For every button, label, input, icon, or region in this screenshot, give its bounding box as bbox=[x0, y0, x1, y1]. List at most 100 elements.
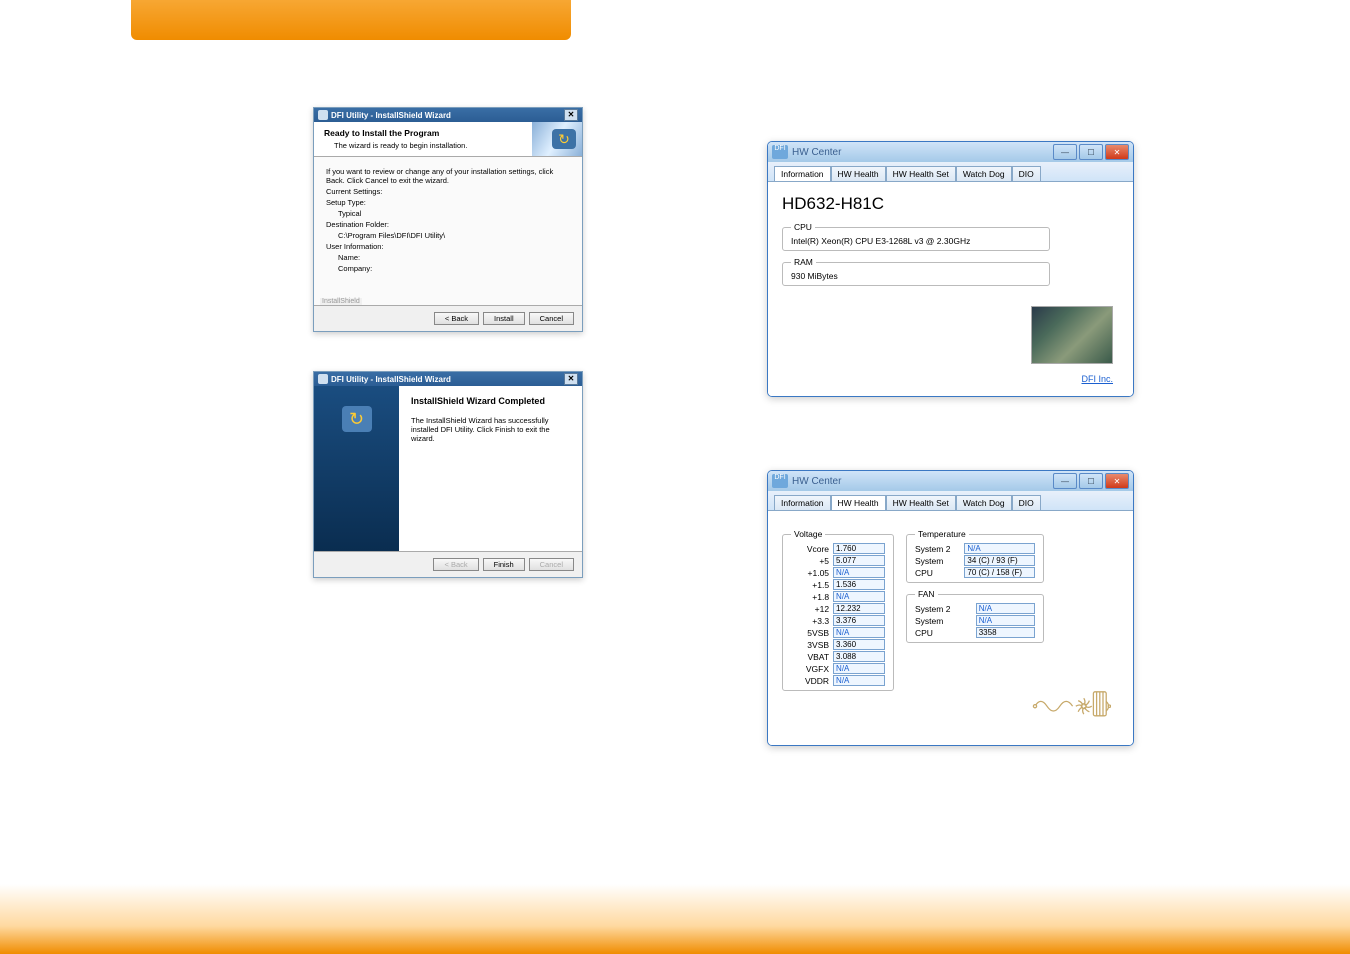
fan-label: System 2 bbox=[915, 604, 972, 614]
close-icon[interactable]: ✕ bbox=[564, 373, 578, 385]
page-footer-gradient bbox=[0, 884, 1350, 954]
tab-dio[interactable]: DIO bbox=[1012, 166, 1041, 181]
cpu-legend: CPU bbox=[791, 222, 815, 232]
page-header-tab bbox=[131, 0, 571, 40]
tab-information[interactable]: Information bbox=[774, 495, 831, 510]
voltage-value: 12.232 bbox=[833, 603, 885, 614]
installer1-body: If you want to review or change any of y… bbox=[314, 157, 582, 305]
destination-label: Destination Folder: bbox=[326, 220, 570, 229]
temp-value: 34 (C) / 93 (F) bbox=[964, 555, 1035, 566]
back-button: < Back bbox=[433, 558, 478, 571]
temperature-grid: System 2N/A System34 (C) / 93 (F) CPU70 … bbox=[915, 543, 1035, 578]
temp-value: 70 (C) / 158 (F) bbox=[964, 567, 1035, 578]
temp-value: N/A bbox=[964, 543, 1035, 554]
tab-hw-health[interactable]: HW Health bbox=[831, 166, 886, 181]
install-arrow-icon bbox=[342, 406, 372, 432]
ram-fieldset: RAM 930 MiBytes bbox=[782, 257, 1050, 286]
install-button[interactable]: Install bbox=[483, 312, 525, 325]
voltage-label: +1.5 bbox=[791, 580, 829, 590]
close-icon[interactable]: ✕ bbox=[564, 109, 578, 121]
fan-value: 3358 bbox=[976, 627, 1035, 638]
hwcenter-titlebar: DFI HW Center — ☐ ✕ bbox=[768, 142, 1133, 162]
voltage-grid: Vcore1.760 +55.077 +1.05N/A +1.51.536 +1… bbox=[791, 543, 885, 686]
name-label: Name: bbox=[338, 253, 570, 262]
installer-icon bbox=[318, 110, 328, 120]
motherboard-image bbox=[1031, 306, 1113, 364]
fan-value: N/A bbox=[976, 615, 1035, 626]
close-button[interactable]: ✕ bbox=[1105, 473, 1129, 489]
cancel-button: Cancel bbox=[529, 558, 574, 571]
minimize-button[interactable]: — bbox=[1053, 144, 1077, 160]
installer1-header: Ready to Install the Program The wizard … bbox=[314, 122, 582, 157]
voltage-value: 1.760 bbox=[833, 543, 885, 554]
voltage-label: VGFX bbox=[791, 664, 829, 674]
cpu-value: Intel(R) Xeon(R) CPU E3-1268L v3 @ 2.30G… bbox=[791, 236, 1041, 246]
maximize-button[interactable]: ☐ bbox=[1079, 473, 1103, 489]
voltage-label: VDDR bbox=[791, 676, 829, 686]
ram-value: 930 MiBytes bbox=[791, 271, 1041, 281]
tab-hw-health-set[interactable]: HW Health Set bbox=[886, 166, 956, 181]
voltage-label: +1.8 bbox=[791, 592, 829, 602]
voltage-value: N/A bbox=[833, 627, 885, 638]
installer1-footer: InstallShield < Back Install Cancel bbox=[314, 305, 582, 331]
voltage-label: 5VSB bbox=[791, 628, 829, 638]
fan-label: System bbox=[915, 616, 972, 626]
destination-value: C:\Program Files\DFI\DFI Utility\ bbox=[338, 231, 570, 240]
temp-label: System bbox=[915, 556, 960, 566]
installer2-main: InstallShield Wizard Completed The Insta… bbox=[399, 386, 582, 551]
dfi-link[interactable]: DFI Inc. bbox=[1081, 374, 1113, 384]
tab-dio[interactable]: DIO bbox=[1012, 495, 1041, 510]
window-buttons: — ☐ ✕ bbox=[1053, 144, 1129, 160]
ram-legend: RAM bbox=[791, 257, 816, 267]
setup-type-label: Setup Type: bbox=[326, 198, 570, 207]
fan-icon bbox=[1031, 677, 1111, 721]
tab-watch-dog[interactable]: Watch Dog bbox=[956, 495, 1012, 510]
voltage-value: N/A bbox=[833, 567, 885, 578]
voltage-value: N/A bbox=[833, 591, 885, 602]
voltage-label: VBAT bbox=[791, 652, 829, 662]
window-buttons: — ☐ ✕ bbox=[1053, 473, 1129, 489]
hwcenter-app-title: HW Center bbox=[792, 476, 841, 487]
hwcenter-health-content: Voltage Vcore1.760 +55.077 +1.05N/A +1.5… bbox=[768, 510, 1133, 745]
voltage-value: N/A bbox=[833, 663, 885, 674]
installer1-instruction: If you want to review or change any of y… bbox=[326, 167, 570, 185]
hwcenter-tabs: Information HW Health HW Health Set Watc… bbox=[768, 162, 1133, 181]
installer2-titlebar: DFI Utility - InstallShield Wizard ✕ bbox=[314, 372, 582, 386]
voltage-label: Vcore bbox=[791, 544, 829, 554]
fan-legend: FAN bbox=[915, 589, 938, 599]
temperature-legend: Temperature bbox=[915, 529, 969, 539]
product-name: HD632-H81C bbox=[782, 194, 1119, 214]
hwcenter-app-icon: DFI bbox=[772, 474, 788, 488]
voltage-fieldset: Voltage Vcore1.760 +55.077 +1.05N/A +1.5… bbox=[782, 529, 894, 691]
tab-hw-health[interactable]: HW Health bbox=[831, 495, 886, 510]
installer1-title: DFI Utility - InstallShield Wizard bbox=[331, 111, 451, 120]
voltage-value: 3.376 bbox=[833, 615, 885, 626]
back-button[interactable]: < Back bbox=[434, 312, 479, 325]
tab-hw-health-set[interactable]: HW Health Set bbox=[886, 495, 956, 510]
voltage-label: 3VSB bbox=[791, 640, 829, 650]
installer2-footer: < Back Finish Cancel bbox=[314, 551, 582, 577]
close-button[interactable]: ✕ bbox=[1105, 144, 1129, 160]
health-right-column: Temperature System 2 N/A System 34 (C) / 9… bbox=[906, 523, 1119, 697]
voltage-value: 3.360 bbox=[833, 639, 885, 650]
installer2-body-text: The InstallShield Wizard has successfull… bbox=[411, 416, 570, 443]
hwcenter-titlebar: DFI HW Center — ☐ ✕ bbox=[768, 471, 1133, 491]
voltage-value: 1.536 bbox=[833, 579, 885, 590]
minimize-button[interactable]: — bbox=[1053, 473, 1077, 489]
hwcenter-info-content: HD632-H81C CPU Intel(R) Xeon(R) CPU E3-1… bbox=[768, 181, 1133, 396]
hw-health-layout: Voltage Vcore1.760 +55.077 +1.05N/A +1.5… bbox=[782, 523, 1119, 697]
temp-label: CPU bbox=[915, 568, 960, 578]
cancel-button[interactable]: Cancel bbox=[529, 312, 574, 325]
tab-information[interactable]: Information bbox=[774, 166, 831, 181]
installer2-title: DFI Utility - InstallShield Wizard bbox=[331, 375, 451, 384]
hwcenter-info-window: DFI HW Center — ☐ ✕ Information HW Healt… bbox=[767, 141, 1134, 397]
fan-value: N/A bbox=[976, 603, 1035, 614]
hwcenter-tabs: Information HW Health HW Health Set Watc… bbox=[768, 491, 1133, 510]
finish-button[interactable]: Finish bbox=[483, 558, 525, 571]
maximize-button[interactable]: ☐ bbox=[1079, 144, 1103, 160]
voltage-label: +12 bbox=[791, 604, 829, 614]
voltage-label: +3.3 bbox=[791, 616, 829, 626]
user-info-label: User Information: bbox=[326, 242, 570, 251]
cpu-fieldset: CPU Intel(R) Xeon(R) CPU E3-1268L v3 @ 2… bbox=[782, 222, 1050, 251]
tab-watch-dog[interactable]: Watch Dog bbox=[956, 166, 1012, 181]
